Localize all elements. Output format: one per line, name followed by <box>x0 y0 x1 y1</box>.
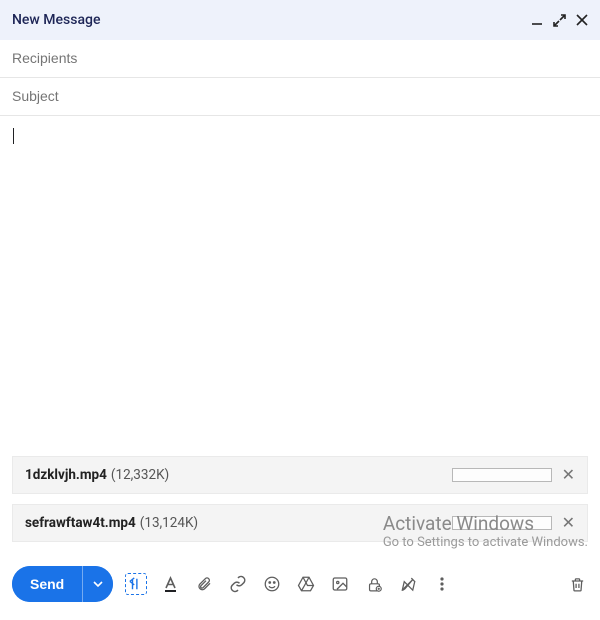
upload-progress-bar <box>452 468 552 482</box>
minimize-icon[interactable] <box>531 14 543 26</box>
recipients-row <box>0 40 600 78</box>
window-title: New Message <box>12 12 100 28</box>
text-cursor <box>13 128 14 144</box>
remove-attachment-icon[interactable]: ✕ <box>562 515 575 531</box>
insert-photo-icon[interactable] <box>329 573 351 595</box>
compose-toolbar: Send <box>0 552 600 620</box>
attach-file-icon[interactable] <box>193 573 215 595</box>
undo-format-icon[interactable] <box>125 573 147 595</box>
attachment-filesize: (13,124K) <box>140 515 198 531</box>
send-button-group: Send <box>12 566 113 602</box>
text-format-icon[interactable] <box>159 573 181 595</box>
attachment-filename: sefrawftaw4t.mp4 <box>25 515 136 531</box>
insert-signature-icon[interactable] <box>397 573 419 595</box>
confidential-mode-icon[interactable] <box>363 573 385 595</box>
close-icon[interactable] <box>576 14 588 26</box>
window-controls <box>531 14 588 27</box>
remove-attachment-icon[interactable]: ✕ <box>562 467 575 483</box>
attachment-filesize: (12,332K) <box>111 467 169 483</box>
expand-icon[interactable] <box>553 14 566 27</box>
compose-titlebar: New Message <box>0 0 600 40</box>
insert-link-icon[interactable] <box>227 573 249 595</box>
subject-input[interactable] <box>12 88 588 104</box>
discard-draft-icon[interactable] <box>566 573 588 595</box>
attachment-filename: 1dzklvjh.mp4 <box>25 467 107 483</box>
attachments-list: 1dzklvjh.mp4 (12,332K) ✕ sefrawftaw4t.mp… <box>0 456 600 552</box>
send-button[interactable]: Send <box>12 566 82 602</box>
insert-drive-icon[interactable] <box>295 573 317 595</box>
attachment-item: 1dzklvjh.mp4 (12,332K) ✕ <box>12 456 588 494</box>
message-body[interactable] <box>0 116 600 456</box>
more-options-icon[interactable] <box>431 573 453 595</box>
subject-row <box>0 78 600 116</box>
upload-progress-bar <box>452 516 552 530</box>
insert-emoji-icon[interactable] <box>261 573 283 595</box>
attachment-item: sefrawftaw4t.mp4 (13,124K) ✕ <box>12 504 588 542</box>
recipients-input[interactable] <box>12 50 588 66</box>
chevron-down-icon <box>93 579 103 589</box>
send-more-button[interactable] <box>82 566 113 602</box>
